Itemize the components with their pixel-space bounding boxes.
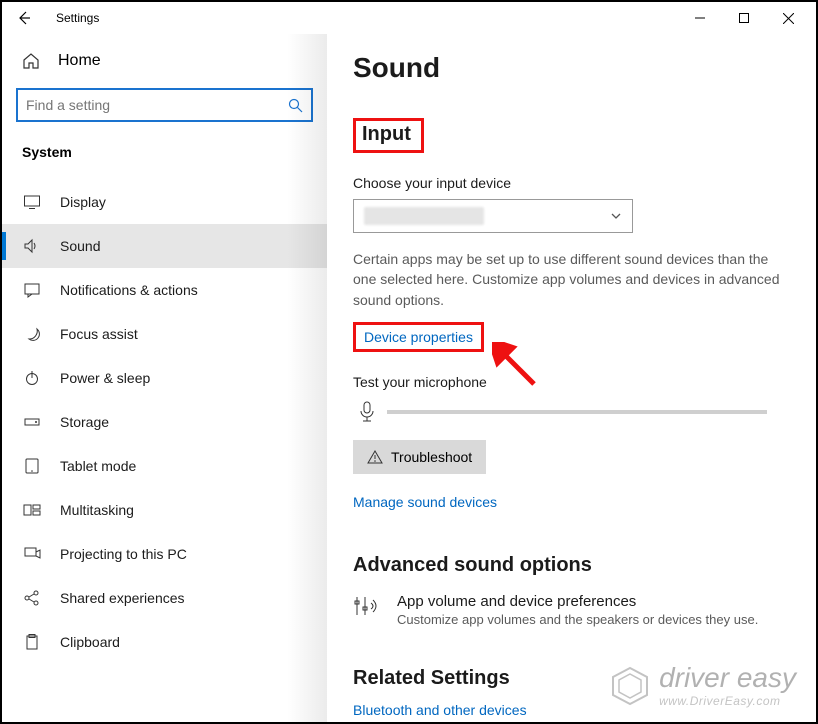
- page-title: Sound: [353, 52, 790, 84]
- sidebar-item-label: Projecting to this PC: [60, 546, 187, 562]
- clipboard-icon: [22, 633, 42, 651]
- sidebar-item-sound[interactable]: Sound: [2, 224, 327, 268]
- choose-input-label: Choose your input device: [353, 175, 790, 191]
- sidebar-item-label: Tablet mode: [60, 458, 136, 474]
- sidebar-item-label: Shared experiences: [60, 590, 185, 606]
- multitask-icon: [22, 501, 42, 519]
- window-body: Home System Display Sound: [2, 34, 816, 722]
- notifications-icon: [22, 281, 42, 299]
- microphone-icon: [353, 400, 381, 424]
- sidebar-item-projecting[interactable]: Projecting to this PC: [2, 532, 327, 576]
- dropdown-selected-value: [364, 207, 484, 225]
- input-device-dropdown[interactable]: [353, 199, 633, 233]
- sidebar-item-label: Focus assist: [60, 326, 138, 342]
- arrow-left-icon: [16, 10, 32, 26]
- app-volume-title: App volume and device preferences: [397, 593, 758, 610]
- sidebar-item-label: Power & sleep: [60, 370, 150, 386]
- sound-icon: [22, 237, 42, 255]
- sidebar-item-clipboard[interactable]: Clipboard: [2, 620, 327, 664]
- back-button[interactable]: [8, 2, 40, 34]
- sidebar-item-focus-assist[interactable]: Focus assist: [2, 312, 327, 356]
- display-icon: [22, 193, 42, 211]
- main-content: Sound Input Choose your input device Cer…: [327, 34, 816, 722]
- storage-icon: [22, 413, 42, 431]
- sidebar-item-tablet-mode[interactable]: Tablet mode: [2, 444, 327, 488]
- close-icon: [783, 13, 794, 24]
- sidebar-item-power-sleep[interactable]: Power & sleep: [2, 356, 327, 400]
- sidebar-section-header: System: [2, 132, 327, 174]
- minimize-icon: [695, 13, 705, 23]
- maximize-button[interactable]: [722, 2, 766, 34]
- close-button[interactable]: [766, 2, 810, 34]
- focus-icon: [22, 325, 42, 343]
- settings-window: Settings Home System: [0, 0, 818, 724]
- project-icon: [22, 545, 42, 563]
- app-volume-preferences[interactable]: App volume and device preferences Custom…: [353, 593, 790, 627]
- search-box[interactable]: [16, 88, 313, 122]
- app-volume-subtitle: Customize app volumes and the speakers o…: [397, 612, 758, 627]
- home-icon: [22, 52, 42, 70]
- titlebar: Settings: [2, 2, 816, 34]
- sidebar-item-storage[interactable]: Storage: [2, 400, 327, 444]
- warning-icon: [367, 449, 383, 465]
- manage-sound-devices-link[interactable]: Manage sound devices: [353, 494, 497, 510]
- sidebar-item-notifications[interactable]: Notifications & actions: [2, 268, 327, 312]
- input-note-text: Certain apps may be set up to use differ…: [353, 249, 790, 310]
- input-section-heading: Input: [353, 118, 424, 153]
- window-controls: [678, 2, 810, 34]
- mic-meter-row: [353, 400, 790, 424]
- sidebar-item-label: Notifications & actions: [60, 282, 198, 298]
- home-nav[interactable]: Home: [2, 42, 327, 80]
- sidebar-item-display[interactable]: Display: [2, 180, 327, 224]
- sidebar-nav-list: Display Sound Notifications & actions Fo…: [2, 180, 327, 664]
- device-properties-link[interactable]: Device properties: [353, 322, 484, 352]
- test-mic-label: Test your microphone: [353, 374, 790, 390]
- sidebar-item-label: Sound: [60, 238, 100, 254]
- bluetooth-devices-link[interactable]: Bluetooth and other devices: [353, 702, 527, 718]
- sidebar-item-multitasking[interactable]: Multitasking: [2, 488, 327, 532]
- power-icon: [22, 369, 42, 387]
- mic-level-meter: [387, 410, 767, 414]
- mixer-icon: [353, 593, 381, 617]
- troubleshoot-button[interactable]: Troubleshoot: [353, 440, 486, 474]
- share-icon: [22, 589, 42, 607]
- home-label: Home: [58, 52, 101, 70]
- tablet-icon: [22, 457, 42, 475]
- minimize-button[interactable]: [678, 2, 722, 34]
- search-input[interactable]: [26, 97, 288, 113]
- sidebar-item-label: Display: [60, 194, 106, 210]
- advanced-sound-heading: Advanced sound options: [353, 554, 790, 577]
- sidebar-item-label: Multitasking: [60, 502, 134, 518]
- window-title: Settings: [56, 11, 99, 25]
- troubleshoot-label: Troubleshoot: [391, 449, 472, 465]
- related-settings-heading: Related Settings: [353, 667, 790, 690]
- maximize-icon: [739, 13, 749, 23]
- sidebar-item-label: Storage: [60, 414, 109, 430]
- sidebar-item-label: Clipboard: [60, 634, 120, 650]
- search-icon: [288, 98, 303, 113]
- chevron-down-icon: [610, 210, 622, 222]
- sidebar: Home System Display Sound: [2, 34, 327, 722]
- sidebar-item-shared-experiences[interactable]: Shared experiences: [2, 576, 327, 620]
